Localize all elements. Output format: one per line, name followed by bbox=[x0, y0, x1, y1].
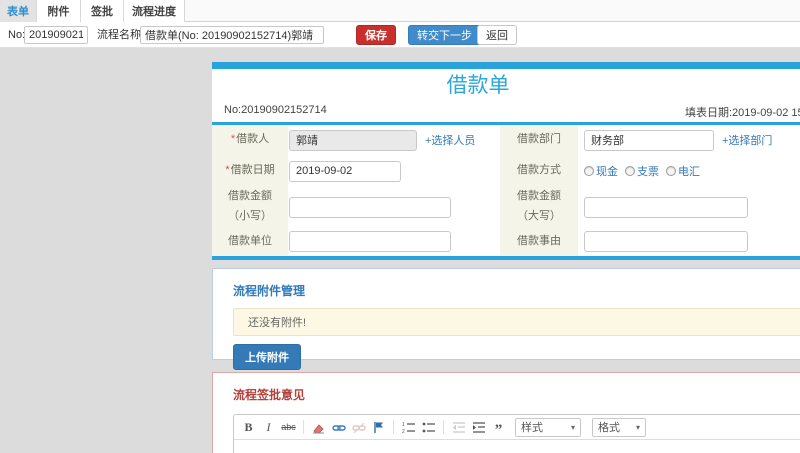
tab-bar: 表单 附件 签批 流程进度 bbox=[0, 0, 800, 22]
required-mark: * bbox=[225, 164, 230, 177]
loan-method-radio-group: 现金 支票 电汇 bbox=[584, 163, 700, 179]
pick-person-link[interactable]: +选择人员 bbox=[425, 132, 475, 148]
form-meta-row: No:20190902152714 填表日期:2019-09-02 15:27:… bbox=[212, 100, 800, 122]
dept-field-cell: +选择部门 bbox=[578, 125, 800, 155]
upload-attachment-button[interactable]: 上传附件 bbox=[233, 344, 301, 370]
loan-unit-label: 借款单位 bbox=[212, 227, 288, 256]
bold-icon[interactable]: B bbox=[241, 419, 256, 436]
panel-bottom-accent-bar bbox=[212, 256, 800, 260]
toolbar-separator bbox=[393, 420, 394, 434]
amount-small-input[interactable] bbox=[289, 196, 451, 218]
borrower-field-cell: +选择人员 bbox=[288, 125, 500, 155]
amount-small-field-cell bbox=[288, 187, 500, 227]
chevron-down-icon: ▾ bbox=[570, 422, 575, 432]
styles-dropdown[interactable]: 样式 ▾ bbox=[515, 417, 581, 437]
back-button[interactable]: 返回 bbox=[477, 25, 517, 45]
forward-next-step-button[interactable]: 转交下一步 bbox=[408, 25, 481, 45]
numbered-list-icon[interactable]: 12 bbox=[401, 419, 416, 436]
radio-cash[interactable]: 现金 bbox=[584, 163, 618, 179]
radio-circle-icon bbox=[625, 166, 635, 176]
rich-text-editor: B I abc 12 ” 样式 ▾ 格式 ▾ bbox=[233, 414, 800, 453]
action-toolbar: No: 流程名称: 保存 转交下一步 返回 bbox=[0, 22, 800, 48]
borrower-label: *借款人 bbox=[212, 125, 288, 155]
bulleted-list-icon[interactable] bbox=[421, 419, 436, 436]
page-content: 借款单 No:20190902152714 填表日期:2019-09-02 15… bbox=[0, 48, 800, 453]
amount-big-label: 借款金额（大写） bbox=[500, 187, 578, 227]
anchor-flag-icon[interactable] bbox=[371, 419, 386, 436]
form-date-text: 填表日期:2019-09-02 15:27:1 bbox=[685, 107, 800, 119]
loan-reason-label: 借款事由 bbox=[500, 227, 578, 256]
link-icon[interactable] bbox=[331, 419, 346, 436]
loan-form-grid: *借款人 +选择人员 借款部门 +选择部门 *借款日期 借款方式 bbox=[212, 125, 800, 256]
indent-icon[interactable] bbox=[471, 419, 486, 436]
format-dropdown[interactable]: 格式 ▾ bbox=[592, 417, 646, 437]
blockquote-icon[interactable]: ” bbox=[491, 419, 506, 438]
loan-date-field-cell bbox=[288, 155, 500, 187]
tab-flow-progress[interactable]: 流程进度 bbox=[124, 0, 185, 22]
attachments-panel: 流程附件管理 还没有附件! 上传附件 bbox=[212, 268, 800, 370]
amount-big-input[interactable] bbox=[584, 196, 748, 218]
no-attachments-message: 还没有附件! bbox=[233, 308, 800, 336]
italic-icon[interactable]: I bbox=[261, 419, 276, 436]
unlink-icon[interactable] bbox=[351, 419, 366, 436]
loan-date-label: *借款日期 bbox=[212, 155, 288, 187]
strikethrough-icon[interactable]: abc bbox=[281, 419, 296, 436]
no-input[interactable] bbox=[24, 26, 88, 44]
no-label: No: bbox=[8, 29, 26, 41]
attachments-header: 流程附件管理 bbox=[233, 284, 306, 298]
flow-name-label: 流程名称: bbox=[97, 29, 145, 41]
remove-format-icon[interactable] bbox=[311, 419, 326, 436]
panel-top-accent-bar bbox=[212, 62, 800, 69]
loan-reason-field-cell bbox=[578, 227, 800, 256]
dept-input[interactable] bbox=[584, 129, 714, 151]
dept-label: 借款部门 bbox=[500, 125, 578, 155]
radio-check[interactable]: 支票 bbox=[625, 163, 659, 179]
form-title: 借款单 bbox=[446, 74, 510, 97]
borrower-input[interactable] bbox=[289, 129, 417, 151]
editor-toolbar: B I abc 12 ” 样式 ▾ 格式 ▾ bbox=[234, 415, 800, 440]
tab-attachments[interactable]: 附件 bbox=[37, 0, 81, 22]
loan-reason-input[interactable] bbox=[584, 231, 748, 252]
signoff-panel: 流程签批意见 B I abc 1 2 ” 样式 ▾ 格式 ▾ bbox=[212, 372, 800, 453]
flow-name-input[interactable] bbox=[140, 26, 324, 44]
pick-dept-link[interactable]: +选择部门 bbox=[722, 132, 772, 148]
tab-signoff[interactable]: 签批 bbox=[81, 0, 124, 22]
svg-text:2: 2 bbox=[402, 429, 405, 434]
editor-body[interactable] bbox=[234, 440, 800, 453]
radio-circle-icon bbox=[584, 166, 594, 176]
radio-wire[interactable]: 电汇 bbox=[666, 163, 700, 179]
required-mark: * bbox=[230, 133, 236, 146]
loan-method-label: 借款方式 bbox=[500, 155, 578, 187]
loan-date-input[interactable] bbox=[289, 160, 401, 182]
outdent-icon[interactable] bbox=[451, 419, 466, 436]
toolbar-separator bbox=[443, 420, 444, 434]
tab-form[interactable]: 表单 bbox=[0, 0, 37, 22]
signoff-header: 流程签批意见 bbox=[233, 388, 306, 402]
loan-unit-field-cell bbox=[288, 227, 500, 256]
svg-text:1: 1 bbox=[402, 422, 405, 428]
radio-circle-icon bbox=[666, 166, 676, 176]
save-button[interactable]: 保存 bbox=[356, 25, 396, 45]
loan-unit-input[interactable] bbox=[289, 231, 451, 252]
amount-small-label: 借款金额（小写） bbox=[212, 187, 288, 227]
loan-form-panel: 借款单 No:20190902152714 填表日期:2019-09-02 15… bbox=[212, 62, 800, 260]
chevron-down-icon: ▾ bbox=[635, 422, 640, 432]
loan-method-field-cell: 现金 支票 电汇 bbox=[578, 155, 800, 187]
form-no-text: No:20190902152714 bbox=[224, 104, 327, 116]
toolbar-separator bbox=[303, 420, 304, 434]
amount-big-field-cell bbox=[578, 187, 800, 227]
